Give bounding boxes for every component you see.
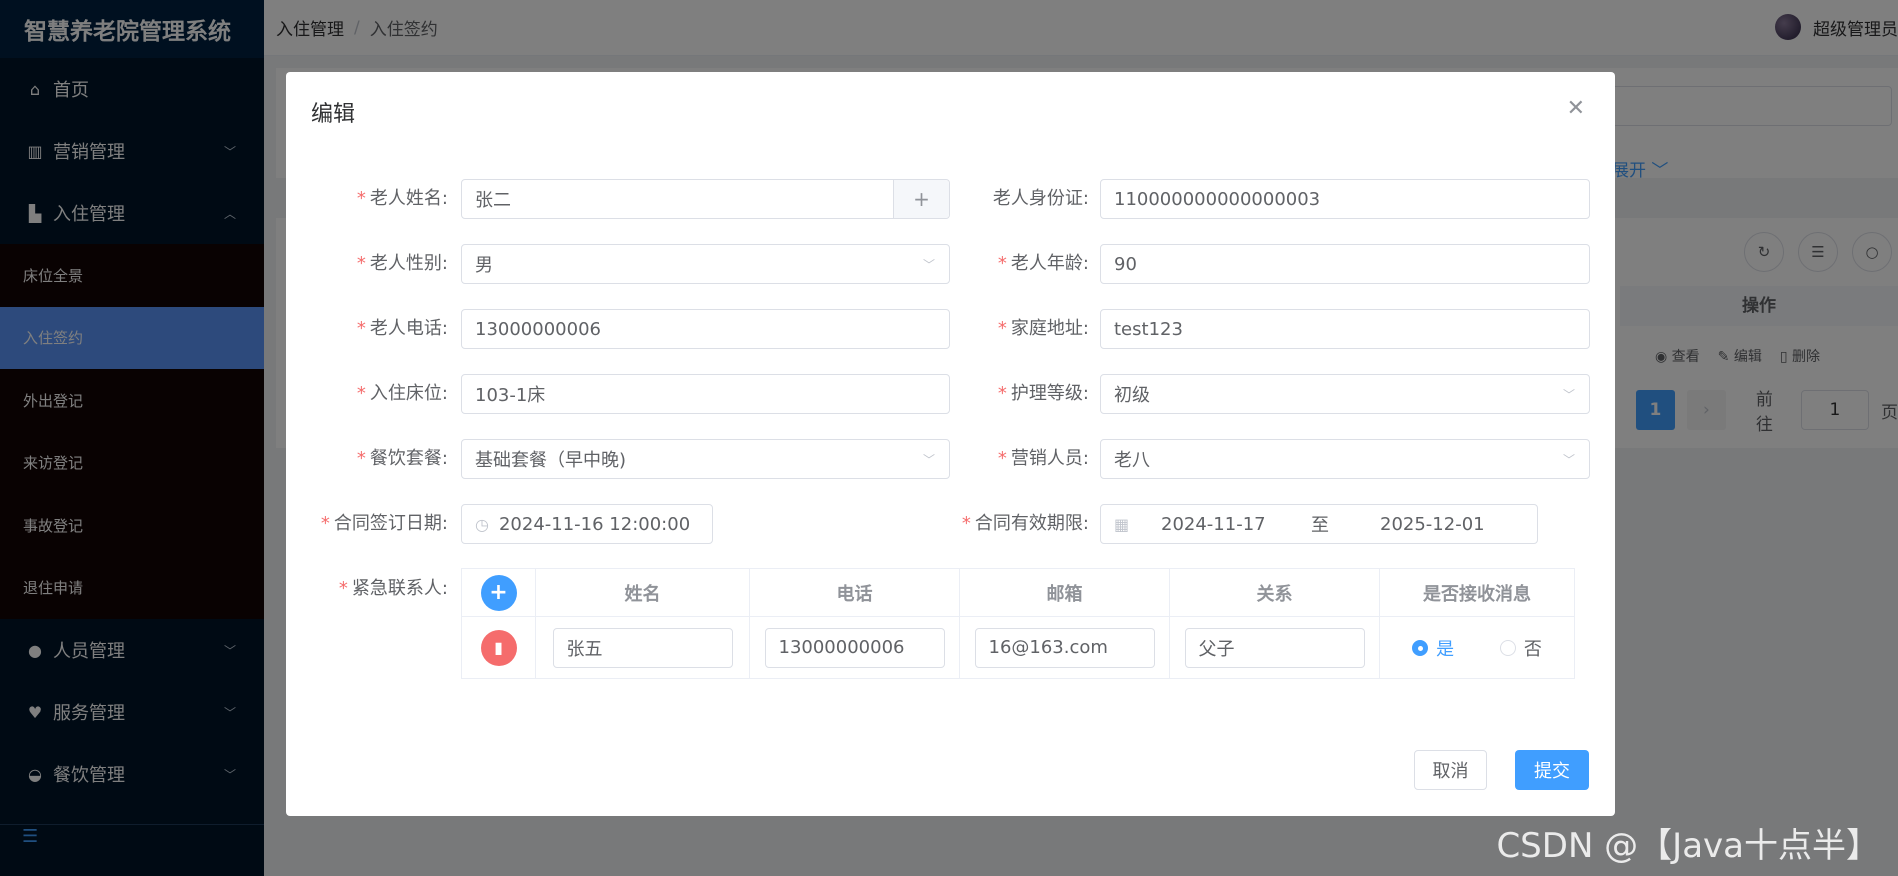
- address-field[interactable]: test123: [1100, 309, 1590, 349]
- add-contact-cell: +: [461, 568, 536, 617]
- contract-period-picker[interactable]: ▦ 2024-11-17 至 2025-12-01: [1100, 504, 1538, 544]
- close-icon[interactable]: ✕: [1567, 96, 1585, 121]
- phone-label: * 老人电话:: [356, 318, 448, 339]
- gender-select[interactable]: 男 ﹀: [461, 244, 950, 284]
- sign-date-label: * 合同签订日期:: [320, 513, 448, 534]
- contact-phone-cell: 13000000006: [749, 616, 960, 679]
- column-header: 电话: [749, 568, 960, 617]
- contact-phone-input[interactable]: 13000000006: [764, 627, 945, 668]
- contact-relation-cell: 父子: [1169, 616, 1380, 679]
- address-label: * 家庭地址:: [997, 318, 1089, 339]
- radio-dot: [1412, 639, 1429, 656]
- elder-name-field[interactable]: 张二 +: [461, 179, 950, 219]
- chevron-down-icon: ﹀: [1562, 452, 1575, 467]
- elder-name-label: * 老人姓名:: [356, 188, 448, 209]
- edit-dialog: 编辑 ✕ * 老人姓名: 张二 + 老人身份证: 1100000000000000…: [286, 72, 1615, 816]
- contract-start-date: 2024-11-17: [1161, 513, 1266, 535]
- calendar-icon: ▦: [1114, 514, 1130, 534]
- meal-label: * 餐饮套餐:: [356, 448, 448, 469]
- column-header: 关系: [1169, 568, 1380, 617]
- elder-id-field[interactable]: 110000000000000003: [1100, 179, 1590, 219]
- delete-contact-cell: ▮: [461, 616, 536, 679]
- sign-date-picker[interactable]: ◷ 2024-11-16 12:00:00: [461, 504, 713, 544]
- emergency-contact-label: * 紧急联系人:: [338, 578, 448, 599]
- column-header: 邮箱: [959, 568, 1170, 617]
- dialog-title: 编辑: [311, 102, 356, 127]
- receive-yes-radio[interactable]: 是: [1412, 635, 1454, 661]
- care-level-select[interactable]: 初级 ﹀: [1100, 374, 1590, 414]
- contacts-table: + 姓名 电话 邮箱 关系 是否接收消息 ▮ 张五 13000000006 16…: [461, 568, 1575, 679]
- watermark: CSDN @【Java十点半】: [1496, 826, 1880, 866]
- receive-no-radio[interactable]: 否: [1499, 635, 1542, 661]
- radio-dot: [1499, 639, 1516, 656]
- contact-name-input[interactable]: 张五: [552, 627, 733, 668]
- contact-email-cell: 16@163.com: [959, 616, 1170, 679]
- add-contact-button[interactable]: +: [480, 574, 517, 611]
- chevron-down-icon: ﹀: [922, 257, 935, 272]
- meal-select[interactable]: 基础套餐（早中晚) ﹀: [461, 439, 950, 479]
- table-header-row: + 姓名 电话 邮箱 关系 是否接收消息: [461, 568, 1575, 617]
- plus-icon[interactable]: +: [893, 180, 949, 218]
- contact-relation-input[interactable]: 父子: [1184, 627, 1365, 668]
- range-separator: 至: [1311, 515, 1329, 536]
- contact-email-input[interactable]: 16@163.com: [974, 627, 1155, 668]
- age-field[interactable]: 90: [1100, 244, 1590, 284]
- bed-field[interactable]: 103-1床: [461, 374, 950, 414]
- cancel-button[interactable]: 取消: [1414, 750, 1487, 790]
- chevron-down-icon: ﹀: [922, 452, 935, 467]
- trash-icon[interactable]: ▮: [480, 629, 517, 666]
- clock-icon: ◷: [475, 514, 489, 534]
- receive-message-cell: 是 否: [1379, 616, 1575, 679]
- age-label: * 老人年龄:: [997, 253, 1089, 274]
- sales-select[interactable]: 老八 ﹀: [1100, 439, 1590, 479]
- phone-field[interactable]: 13000000006: [461, 309, 950, 349]
- column-header: 是否接收消息: [1379, 568, 1575, 617]
- contract-period-label: * 合同有效期限:: [961, 513, 1089, 534]
- bed-label: * 入住床位:: [356, 383, 448, 404]
- elder-id-label: 老人身份证:: [992, 188, 1089, 209]
- sales-label: * 营销人员:: [997, 448, 1089, 469]
- submit-button[interactable]: 提交: [1515, 750, 1589, 790]
- table-row: ▮ 张五 13000000006 16@163.com 父子 是 否: [461, 616, 1575, 679]
- care-level-label: * 护理等级:: [997, 383, 1089, 404]
- contract-end-date: 2025-12-01: [1380, 513, 1485, 535]
- column-header: 姓名: [535, 568, 750, 617]
- contact-name-cell: 张五: [535, 616, 750, 679]
- gender-label: * 老人性别:: [356, 253, 448, 274]
- chevron-down-icon: ﹀: [1562, 387, 1575, 402]
